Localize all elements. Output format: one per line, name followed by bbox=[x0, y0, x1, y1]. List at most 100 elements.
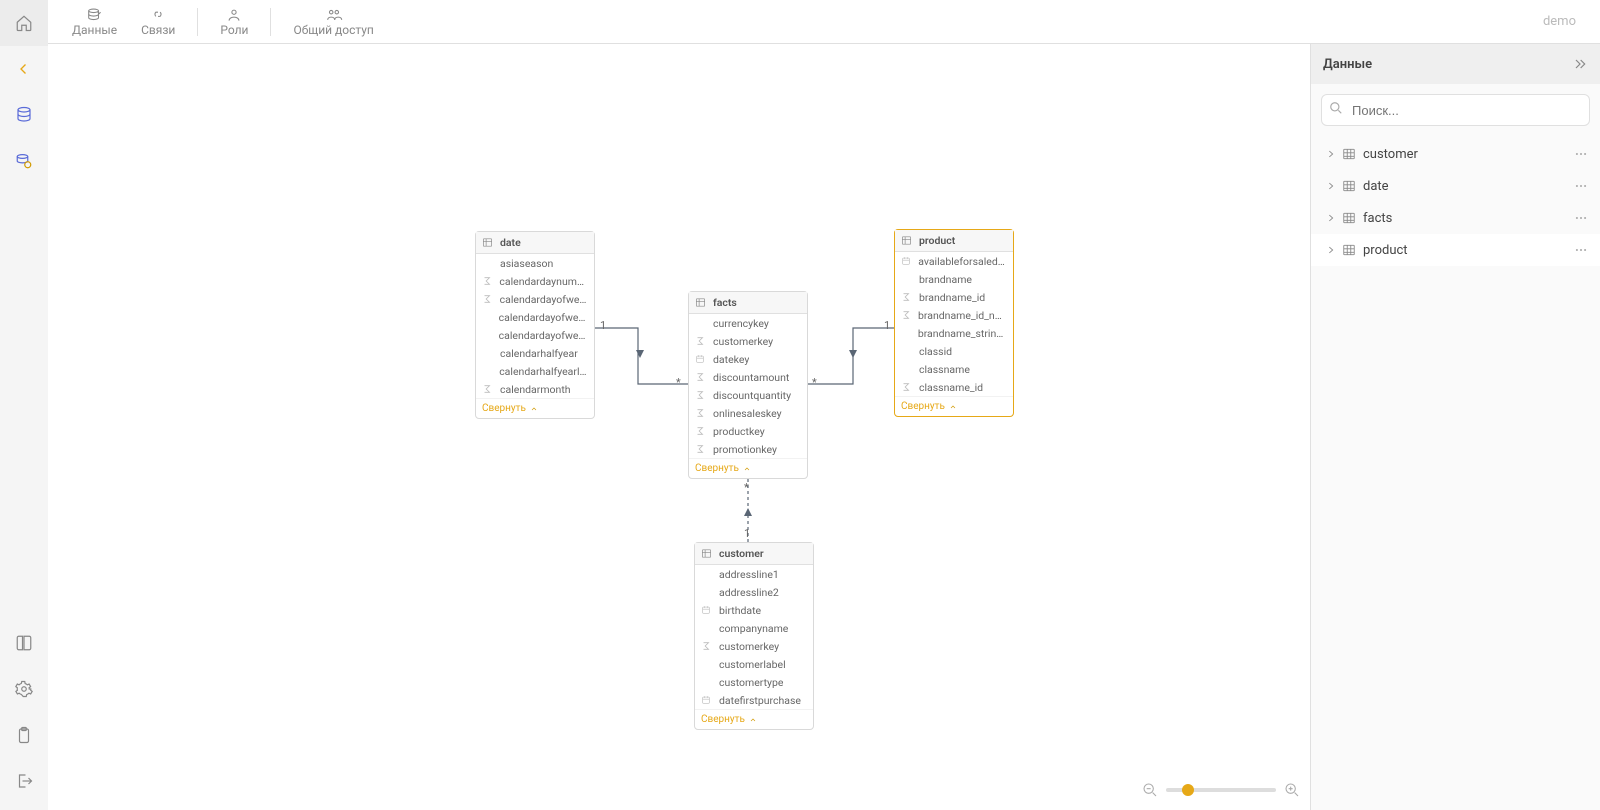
diagram-canvas[interactable]: 1 * 1 * 1 * dateasiaseasoncalendardaynum… bbox=[48, 44, 1310, 810]
field-row[interactable]: classname bbox=[895, 360, 1013, 378]
field-row[interactable]: availableforsaledate bbox=[895, 252, 1013, 270]
field-name: customerlabel bbox=[715, 658, 786, 671]
field-row[interactable]: calendarhalfyear bbox=[476, 344, 594, 362]
field-row[interactable]: discountquantity bbox=[689, 386, 807, 404]
collapse-button[interactable]: Свернуть bbox=[695, 709, 813, 729]
data-item-date[interactable]: date bbox=[1311, 170, 1600, 202]
table-title: product bbox=[915, 234, 955, 247]
field-row[interactable]: brandname_id_null... bbox=[895, 306, 1013, 324]
diagram-table-facts[interactable]: factscurrencykeycustomerkeydatekeydiscou… bbox=[688, 291, 808, 479]
more-icon[interactable] bbox=[1570, 179, 1592, 193]
clipboard-icon[interactable] bbox=[0, 712, 48, 758]
field-type-icon bbox=[695, 354, 709, 364]
field-name: availableforsaledate bbox=[914, 255, 1007, 268]
field-row[interactable]: customerkey bbox=[689, 332, 807, 350]
field-row[interactable]: brandname_id bbox=[895, 288, 1013, 306]
table-icon bbox=[1339, 147, 1359, 161]
database-icon[interactable] bbox=[0, 92, 48, 138]
field-row[interactable]: datekey bbox=[689, 350, 807, 368]
field-row[interactable]: companyname bbox=[695, 619, 813, 637]
field-row[interactable]: birthdate bbox=[695, 601, 813, 619]
logout-icon[interactable] bbox=[0, 758, 48, 804]
field-row[interactable]: classname_id bbox=[895, 378, 1013, 396]
collapse-button[interactable]: Свернуть bbox=[895, 396, 1013, 416]
search-container bbox=[1321, 94, 1590, 126]
zoom-in-icon[interactable] bbox=[1284, 782, 1300, 798]
table-icon bbox=[901, 235, 915, 246]
field-type-icon bbox=[695, 390, 709, 400]
field-name: classid bbox=[915, 345, 952, 358]
field-row[interactable]: calendardayofweek... bbox=[476, 308, 594, 326]
field-row[interactable]: calendardaynumber bbox=[476, 272, 594, 290]
field-row[interactable]: calendardayofweek bbox=[476, 290, 594, 308]
search-input[interactable] bbox=[1321, 94, 1590, 126]
book-icon[interactable] bbox=[0, 620, 48, 666]
field-name: brandname bbox=[915, 273, 972, 286]
collapse-button[interactable]: Свернуть bbox=[476, 398, 594, 418]
field-type-icon bbox=[695, 372, 709, 382]
field-row[interactable]: discountamount bbox=[689, 368, 807, 386]
field-row[interactable]: onlinesaleskey bbox=[689, 404, 807, 422]
field-row[interactable]: productkey bbox=[689, 422, 807, 440]
field-row[interactable]: datefirstpurchase bbox=[695, 691, 813, 709]
collapse-button[interactable]: Свернуть bbox=[689, 458, 807, 478]
field-name: addressline2 bbox=[715, 586, 779, 599]
diagram-table-product[interactable]: product availableforsaledate brandname bran… bbox=[894, 229, 1014, 417]
zoom-out-icon[interactable] bbox=[1142, 782, 1158, 798]
field-row[interactable]: calendarhalfyearla... bbox=[476, 362, 594, 380]
field-name: productkey bbox=[709, 425, 765, 438]
field-type-icon bbox=[482, 294, 496, 304]
field-row[interactable]: calendardayofweek... bbox=[476, 326, 594, 344]
toolbar-relations-button[interactable]: Связи bbox=[129, 4, 187, 39]
field-row[interactable]: brandname bbox=[895, 270, 1013, 288]
diagram-table-date[interactable]: dateasiaseasoncalendardaynumbercalendard… bbox=[475, 231, 595, 419]
field-row[interactable]: classid bbox=[895, 342, 1013, 360]
data-item-facts[interactable]: facts bbox=[1311, 202, 1600, 234]
field-row[interactable]: customerlabel bbox=[695, 655, 813, 673]
data-items-list: customerdatefactsproduct bbox=[1311, 136, 1600, 268]
field-name: asiaseason bbox=[496, 257, 553, 270]
divider bbox=[270, 8, 271, 36]
link-icon bbox=[149, 6, 167, 24]
field-type-icon bbox=[901, 382, 915, 392]
zoom-slider[interactable] bbox=[1166, 788, 1276, 792]
top-toolbar: Данные Связи Роли Общий доступ demo bbox=[48, 0, 1600, 44]
table-header[interactable]: facts bbox=[689, 292, 807, 314]
field-row[interactable]: currencykey bbox=[689, 314, 807, 332]
user-label[interactable]: demo bbox=[1543, 14, 1588, 29]
diagram-table-customer[interactable]: customeraddressline1 addressline2 birthdat… bbox=[694, 542, 814, 730]
field-type-icon bbox=[695, 444, 709, 454]
field-name: promotionkey bbox=[709, 443, 777, 456]
field-row[interactable]: addressline2 bbox=[695, 583, 813, 601]
field-row[interactable]: calendarmonth bbox=[476, 380, 594, 398]
field-row[interactable]: promotionkey bbox=[689, 440, 807, 458]
field-row[interactable]: addressline1 bbox=[695, 565, 813, 583]
toolbar-data-button[interactable]: Данные bbox=[60, 4, 129, 39]
field-row[interactable]: asiaseason bbox=[476, 254, 594, 272]
data-item-customer[interactable]: customer bbox=[1311, 138, 1600, 170]
field-type-icon bbox=[695, 408, 709, 418]
more-icon[interactable] bbox=[1570, 211, 1592, 225]
field-row[interactable]: customerkey bbox=[695, 637, 813, 655]
toolbar-relations-label: Связи bbox=[141, 24, 175, 37]
gear-icon[interactable] bbox=[0, 666, 48, 712]
home-icon[interactable] bbox=[0, 0, 48, 46]
table-header[interactable]: product bbox=[895, 230, 1013, 252]
table-icon bbox=[482, 237, 496, 248]
back-icon[interactable] bbox=[0, 46, 48, 92]
field-row[interactable]: customertype bbox=[695, 673, 813, 691]
field-row[interactable]: brandname_string_... bbox=[895, 324, 1013, 342]
cardinality-label: 1 bbox=[884, 319, 890, 332]
table-header[interactable]: customer bbox=[695, 543, 813, 565]
table-header[interactable]: date bbox=[476, 232, 594, 254]
toolbar-share-button[interactable]: Общий доступ bbox=[281, 4, 385, 39]
field-type-icon bbox=[695, 336, 709, 346]
more-icon[interactable] bbox=[1570, 147, 1592, 161]
dataset-icon[interactable] bbox=[0, 138, 48, 184]
field-type-icon bbox=[901, 256, 914, 266]
more-icon[interactable] bbox=[1570, 243, 1592, 257]
data-item-product[interactable]: product bbox=[1311, 234, 1600, 266]
cardinality-label: * bbox=[676, 376, 681, 389]
collapse-panel-icon[interactable] bbox=[1572, 56, 1588, 72]
toolbar-roles-button[interactable]: Роли bbox=[208, 4, 260, 39]
